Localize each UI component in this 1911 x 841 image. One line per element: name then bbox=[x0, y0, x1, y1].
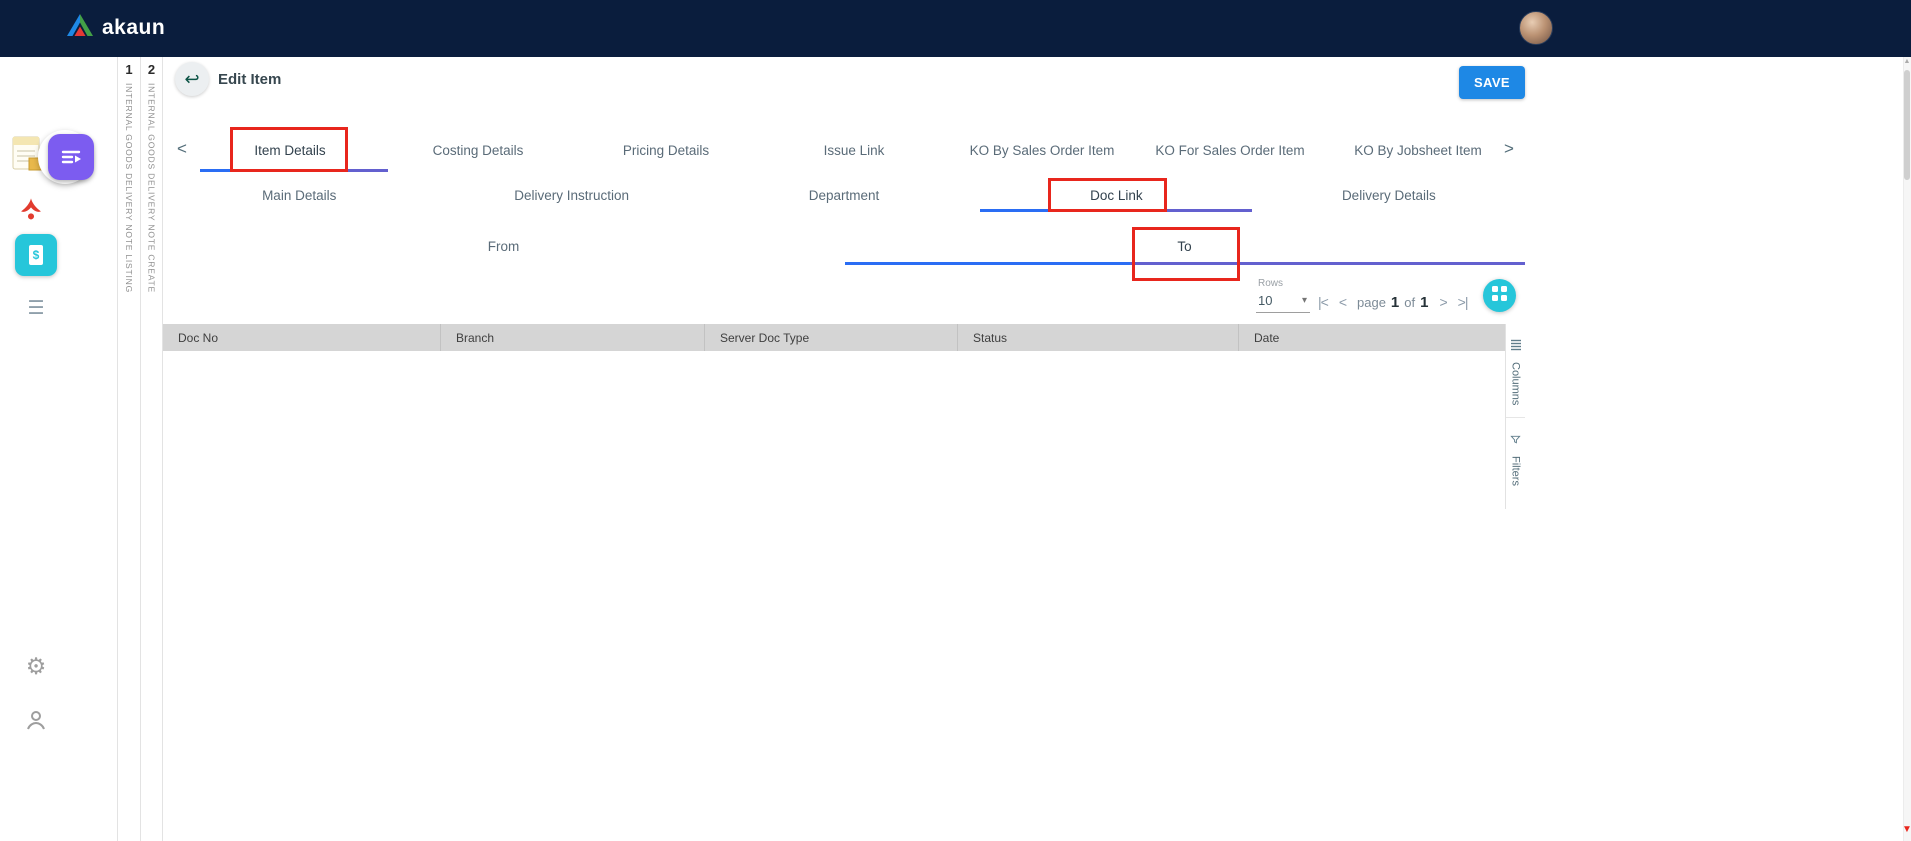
tab-delivery-details[interactable]: Delivery Details bbox=[1253, 179, 1525, 212]
filters-label: Filters bbox=[1510, 456, 1522, 486]
tab-department[interactable]: Department bbox=[708, 179, 980, 212]
page-indicator: page 1 of 1 bbox=[1357, 294, 1428, 311]
columns-label: Columns bbox=[1510, 362, 1522, 405]
pager: |< < page 1 of 1 > >| bbox=[1318, 289, 1467, 315]
tab-costing-details[interactable]: Costing Details bbox=[384, 128, 572, 172]
list-menu-icon[interactable]: ☰ bbox=[22, 295, 50, 321]
page-title: Edit Item bbox=[218, 71, 281, 88]
tabs-level2: Main Details Delivery Instruction Depart… bbox=[163, 179, 1525, 212]
topbar: akaun bbox=[0, 0, 1911, 57]
tabs-scroll-left-icon[interactable]: < bbox=[170, 131, 194, 167]
brand-logo[interactable]: akaun bbox=[66, 13, 165, 42]
tab-ko-by-jobsheet-item[interactable]: KO By Jobsheet Item bbox=[1324, 128, 1496, 172]
workspace-tab-number: 2 bbox=[148, 62, 155, 77]
column-header-doc-no: Doc No bbox=[163, 324, 440, 351]
column-header-date: Date bbox=[1238, 324, 1505, 351]
tab-main-details[interactable]: Main Details bbox=[163, 179, 435, 212]
brand-name: akaun bbox=[102, 16, 165, 40]
page-word: page bbox=[1357, 295, 1386, 310]
vertical-scrollbar-thumb[interactable] bbox=[1904, 70, 1910, 180]
tab-ko-by-sales-order-item[interactable]: KO By Sales Order Item bbox=[948, 128, 1136, 172]
annotation-box-item-details bbox=[230, 127, 348, 172]
workspace-tab-label: INTERNAL GOODS DELIVERY NOTE CREATE bbox=[147, 83, 157, 293]
tab-ko-for-sales-order-item[interactable]: KO For Sales Order Item bbox=[1136, 128, 1324, 172]
filter-funnel-icon bbox=[1510, 432, 1521, 450]
workspace-tab-create[interactable]: 2 INTERNAL GOODS DELIVERY NOTE CREATE bbox=[140, 57, 163, 841]
tab-delivery-instruction[interactable]: Delivery Instruction bbox=[435, 179, 707, 212]
table-header-row: Doc No Branch Server Doc Type Status Dat… bbox=[163, 324, 1505, 351]
settings-gear-icon[interactable]: ⚙ bbox=[22, 652, 50, 680]
rows-per-page-value: 10 bbox=[1258, 293, 1272, 308]
first-page-icon[interactable]: |< bbox=[1318, 294, 1328, 310]
tabs-level1: Item Details Costing Details Pricing Det… bbox=[196, 128, 1496, 172]
left-sidebar: $ ☰ ⚙ bbox=[0, 57, 75, 841]
annotation-box-to bbox=[1132, 227, 1240, 281]
rows-per-page-label: Rows bbox=[1258, 278, 1283, 289]
svg-text:$: $ bbox=[33, 248, 40, 262]
playlist-menu-fab[interactable] bbox=[48, 134, 94, 180]
filters-tool[interactable]: Filters bbox=[1506, 417, 1525, 498]
billing-app-icon[interactable]: $ bbox=[15, 234, 57, 276]
column-header-server-doc-type: Server Doc Type bbox=[704, 324, 957, 351]
tabs-scroll-right-icon[interactable]: > bbox=[1497, 131, 1521, 167]
annotation-box-doc-link bbox=[1048, 178, 1167, 212]
back-arrow-icon: ↩ bbox=[184, 69, 199, 90]
akaun-triangle-logo-icon bbox=[66, 13, 94, 42]
workspace-tab-label: INTERNAL GOODS DELIVERY NOTE LISTING bbox=[124, 83, 134, 293]
save-button[interactable]: SAVE bbox=[1459, 66, 1525, 99]
next-page-icon[interactable]: > bbox=[1439, 294, 1446, 310]
last-page-icon[interactable]: >| bbox=[1458, 294, 1468, 310]
scroll-up-icon[interactable]: ▲ bbox=[1902, 58, 1911, 65]
workspace-tab-strips: 1 INTERNAL GOODS DELIVERY NOTE LISTING 2… bbox=[117, 57, 163, 841]
grid-icon bbox=[1492, 286, 1507, 306]
tabs3-ink-bar-blue bbox=[845, 262, 1130, 265]
page: akaun bbox=[0, 0, 1911, 841]
tab-from[interactable]: From bbox=[163, 228, 844, 265]
workspace-tab-listing[interactable]: 1 INTERNAL GOODS DELIVERY NOTE LISTING bbox=[117, 57, 140, 841]
tabs-level3: From To bbox=[163, 228, 1525, 265]
tabs2-ink-bar-purple bbox=[1163, 209, 1252, 212]
chevron-down-icon: ▾ bbox=[1302, 295, 1307, 306]
workspace-tab-number: 1 bbox=[125, 62, 132, 77]
profile-icon[interactable] bbox=[23, 707, 49, 733]
back-button[interactable]: ↩ bbox=[175, 62, 209, 96]
column-header-branch: Branch bbox=[440, 324, 704, 351]
pdf-export-icon[interactable] bbox=[16, 195, 46, 225]
of-word: of bbox=[1404, 295, 1415, 310]
user-avatar[interactable] bbox=[1519, 11, 1553, 45]
table-tool-strip: Columns Filters bbox=[1505, 324, 1525, 509]
tab-pricing-details[interactable]: Pricing Details bbox=[572, 128, 760, 172]
scroll-down-icon[interactable]: ▼ bbox=[1901, 824, 1911, 835]
tab-issue-link[interactable]: Issue Link bbox=[760, 128, 948, 172]
previous-page-icon[interactable]: < bbox=[1339, 294, 1346, 310]
grid-view-button[interactable] bbox=[1483, 279, 1516, 312]
columns-tool[interactable]: Columns bbox=[1506, 324, 1525, 417]
current-page-number: 1 bbox=[1391, 294, 1399, 311]
column-header-status: Status bbox=[957, 324, 1238, 351]
rows-per-page-select[interactable]: 10 ▾ bbox=[1256, 290, 1310, 313]
total-pages-number: 1 bbox=[1420, 294, 1428, 311]
columns-icon bbox=[1510, 338, 1522, 356]
